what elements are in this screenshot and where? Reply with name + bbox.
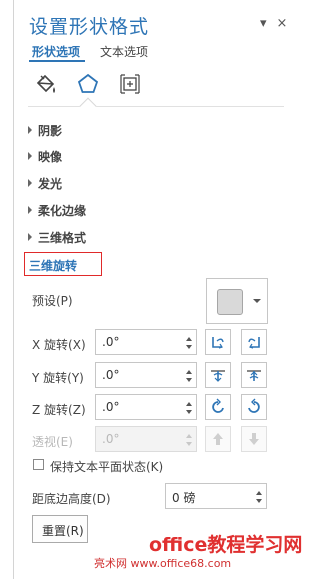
spin-down-icon[interactable] xyxy=(186,345,192,349)
perspective-increase-button xyxy=(205,426,231,452)
fill-line-icon[interactable] xyxy=(34,72,58,96)
rotate-clockwise-icon xyxy=(212,398,224,413)
expand-arrow-icon xyxy=(28,233,32,241)
spin-down-icon[interactable] xyxy=(256,499,262,503)
section-label: 映像 xyxy=(38,150,63,164)
x-rotate-right-button[interactable] xyxy=(241,329,267,355)
chevron-down-icon xyxy=(253,299,261,303)
active-tab-underline xyxy=(29,60,85,62)
arrow-down-icon xyxy=(249,433,259,445)
section-label: 三维格式 xyxy=(38,231,87,245)
pane-title: 设置形状格式 xyxy=(29,16,150,38)
preset-swatch xyxy=(217,289,243,315)
arrow-up-icon xyxy=(213,433,223,445)
expand-arrow-icon xyxy=(28,206,32,214)
watermark-title: office教程学习网 xyxy=(149,534,303,556)
distance-from-ground-spinner[interactable]: 0 磅 xyxy=(165,483,267,509)
reset-button[interactable]: 重置(R) xyxy=(32,515,88,543)
expand-arrow-icon xyxy=(28,126,32,134)
x-rotation-value: .0° xyxy=(102,335,120,349)
rotate-right-icon xyxy=(248,337,260,349)
preset-label: 预设(P) xyxy=(32,294,73,308)
size-properties-icon[interactable] xyxy=(118,72,142,96)
tab-divider xyxy=(28,106,284,107)
tab-text-options[interactable]: 文本选项 xyxy=(100,43,148,60)
z-rotate-counterclockwise-button[interactable] xyxy=(241,394,267,420)
expand-arrow-icon xyxy=(28,179,32,187)
y-rotation-label: Y 旋转(Y) xyxy=(32,371,84,385)
spin-up-icon xyxy=(186,434,192,438)
rotate-counterclockwise-icon xyxy=(248,398,260,413)
perspective-spinner: .0° xyxy=(95,426,197,452)
expand-arrow-icon xyxy=(28,152,32,160)
x-rotation-label: X 旋转(X) xyxy=(32,338,86,352)
distance-from-ground-label: 距底边高度(D) xyxy=(32,492,111,506)
watermark-url: 亮术网 www.office68.com xyxy=(94,557,232,570)
spin-down-icon xyxy=(186,442,192,446)
spin-up-icon[interactable] xyxy=(256,491,262,495)
perspective-label: 透视(E) xyxy=(32,435,73,449)
section-3d-format[interactable]: 三维格式 xyxy=(28,229,86,246)
tab-shape-options[interactable]: 形状选项 xyxy=(32,43,80,60)
spin-down-icon[interactable] xyxy=(186,410,192,414)
preset-dropdown[interactable] xyxy=(206,278,268,324)
effects-icon[interactable] xyxy=(76,72,100,96)
section-label: 柔化边缘 xyxy=(38,204,87,218)
section-label: 三维旋转 xyxy=(29,259,78,273)
close-icon[interactable]: × xyxy=(277,16,288,31)
x-rotation-spinner[interactable]: .0° xyxy=(95,329,197,355)
z-rotation-spinner[interactable]: .0° xyxy=(95,394,197,420)
section-3d-rotation[interactable]: 三维旋转 xyxy=(24,252,102,276)
keep-text-flat-checkbox[interactable] xyxy=(33,459,44,470)
pane-title-buttons: ▾ × xyxy=(260,16,297,31)
section-shadow[interactable]: 阴影 xyxy=(28,122,62,139)
spin-up-icon[interactable] xyxy=(186,370,192,374)
spin-up-icon[interactable] xyxy=(186,402,192,406)
y-rotation-spinner[interactable]: .0° xyxy=(95,362,197,388)
format-shape-pane: 设置形状格式 ▾ × 形状选项 文本选项 阴影 映像 发光 柔化边缘 三维格式 三… xyxy=(13,0,302,579)
z-rotate-clockwise-button[interactable] xyxy=(205,394,231,420)
spin-up-icon[interactable] xyxy=(186,337,192,341)
y-rotate-up-button[interactable] xyxy=(205,362,231,388)
z-rotation-label: Z 旋转(Z) xyxy=(32,403,86,417)
z-rotation-value: .0° xyxy=(102,400,120,414)
distance-from-ground-value: 0 磅 xyxy=(172,491,196,505)
section-label: 发光 xyxy=(38,177,63,191)
rotate-up-icon xyxy=(211,370,225,382)
section-glow[interactable]: 发光 xyxy=(28,175,62,192)
section-label: 阴影 xyxy=(38,124,63,138)
active-tab-pointer xyxy=(79,97,97,115)
y-rotation-value: .0° xyxy=(102,368,120,382)
spin-down-icon[interactable] xyxy=(186,378,192,382)
section-reflection[interactable]: 映像 xyxy=(28,148,62,165)
rotate-down-icon xyxy=(247,370,261,381)
reset-button-label: 重置(R) xyxy=(42,524,84,538)
rotate-left-icon xyxy=(212,337,224,349)
pane-options-icon[interactable]: ▾ xyxy=(260,16,267,31)
perspective-value: .0° xyxy=(102,432,120,446)
perspective-decrease-button xyxy=(241,426,267,452)
y-rotate-down-button[interactable] xyxy=(241,362,267,388)
keep-text-flat-label: 保持文本平面状态(K) xyxy=(50,460,164,474)
x-rotate-left-button[interactable] xyxy=(205,329,231,355)
section-soft-edges[interactable]: 柔化边缘 xyxy=(28,202,86,219)
